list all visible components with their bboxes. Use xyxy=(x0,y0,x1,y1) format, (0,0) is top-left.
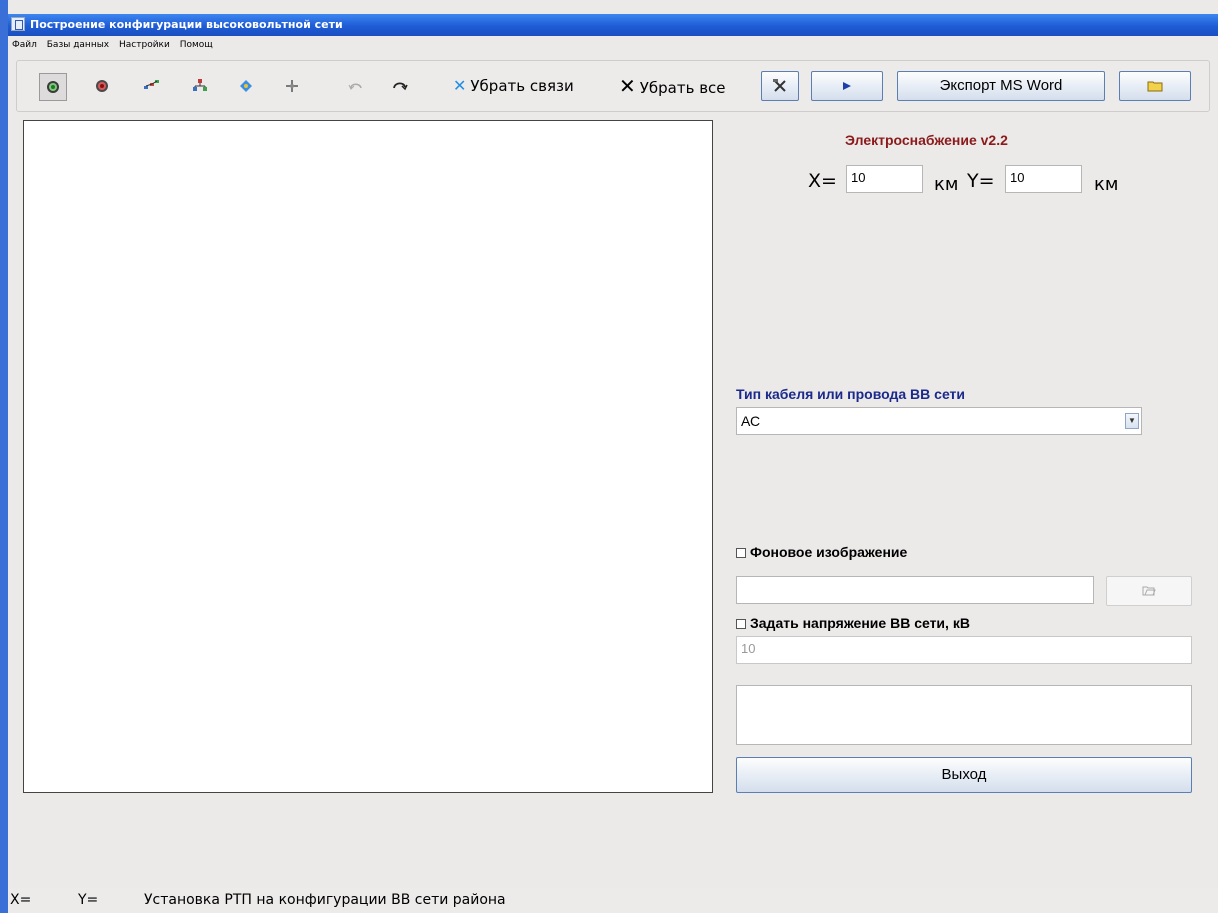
window-left-border xyxy=(0,0,8,913)
set-voltage-checkbox[interactable] xyxy=(736,619,746,629)
status-bar: X= Y= Установка РТП на конфигурации ВВ с… xyxy=(8,888,1218,913)
menu-help[interactable]: Помощ xyxy=(180,40,213,50)
target-green-icon[interactable] xyxy=(39,73,67,101)
exit-button[interactable]: Выход xyxy=(736,757,1192,793)
window-title: Построение конфигурации высоковольтной с… xyxy=(30,18,343,31)
menu-databases[interactable]: Базы данных xyxy=(47,40,109,50)
hammer-wrench-icon xyxy=(773,79,786,92)
menu-file[interactable]: Файл xyxy=(12,40,37,50)
network-icon[interactable] xyxy=(141,75,163,97)
menu-bar: Файл Базы данных Настройки Помощ xyxy=(8,40,220,54)
menu-settings[interactable]: Настройки xyxy=(119,40,170,50)
tree-icon[interactable] xyxy=(189,75,211,97)
y-coord-label: Y= xyxy=(967,170,995,192)
y-unit-label: км xyxy=(1094,174,1119,195)
browse-image-button[interactable] xyxy=(1106,576,1192,606)
remove-all-button[interactable]: ✕ Убрать все xyxy=(619,75,726,97)
chevron-down-icon[interactable]: ▼ xyxy=(1125,413,1139,429)
x-coord-input[interactable]: 10 xyxy=(846,165,923,193)
x-unit-label: км xyxy=(934,174,959,195)
node-icon[interactable] xyxy=(235,75,257,97)
title-bar[interactable]: Построение конфигурации высоковольтной с… xyxy=(8,14,1218,36)
app-icon xyxy=(11,17,25,31)
app-window: Построение конфигурации высоковольтной с… xyxy=(0,0,1218,913)
move-icon[interactable] xyxy=(281,75,303,97)
open-folder-icon xyxy=(1142,586,1156,596)
status-x-label: X= xyxy=(10,892,32,908)
cable-type-value: АС xyxy=(741,413,761,429)
status-message: Установка РТП на конфигурации ВВ сети ра… xyxy=(144,892,506,908)
cable-type-label: Тип кабеля или провода ВВ сети xyxy=(736,386,966,402)
toolbar: ✕ Убрать связи ✕ Убрать все Экспорт MS Wor… xyxy=(16,60,1210,112)
remove-links-icon: ✕ xyxy=(453,76,467,95)
notes-textarea[interactable] xyxy=(736,685,1192,745)
y-coord-input[interactable]: 10 xyxy=(1005,165,1082,193)
background-image-label: Фоновое изображение xyxy=(750,544,908,560)
run-button[interactable] xyxy=(811,71,883,101)
x-coord-label: X= xyxy=(808,170,837,192)
tools-button[interactable] xyxy=(761,71,799,101)
voltage-input[interactable]: 10 xyxy=(736,636,1192,664)
network-canvas[interactable] xyxy=(23,120,713,793)
redo-icon[interactable] xyxy=(389,75,411,97)
remove-links-button[interactable]: ✕ Убрать связи xyxy=(453,75,574,97)
set-voltage-label: Задать напряжение ВВ сети, кВ xyxy=(750,615,970,631)
target-red-icon[interactable] xyxy=(91,75,113,97)
remove-all-icon: ✕ xyxy=(619,74,636,98)
open-folder-button[interactable] xyxy=(1119,71,1191,101)
folder-icon xyxy=(1147,81,1163,92)
background-image-checkbox[interactable] xyxy=(736,548,746,558)
background-image-checkbox-row[interactable]: Фоновое изображение xyxy=(736,544,907,560)
export-word-button[interactable]: Экспорт MS Word xyxy=(897,71,1105,101)
play-icon xyxy=(843,82,851,91)
set-voltage-checkbox-row[interactable]: Задать напряжение ВВ сети, кВ xyxy=(736,615,970,631)
version-title: Электроснабжение v2.2 xyxy=(845,132,1008,148)
background-path-input[interactable] xyxy=(736,576,1094,604)
cable-type-select[interactable]: АС ▼ xyxy=(736,407,1142,435)
undo-icon[interactable] xyxy=(345,75,367,97)
status-y-label: Y= xyxy=(78,892,99,908)
